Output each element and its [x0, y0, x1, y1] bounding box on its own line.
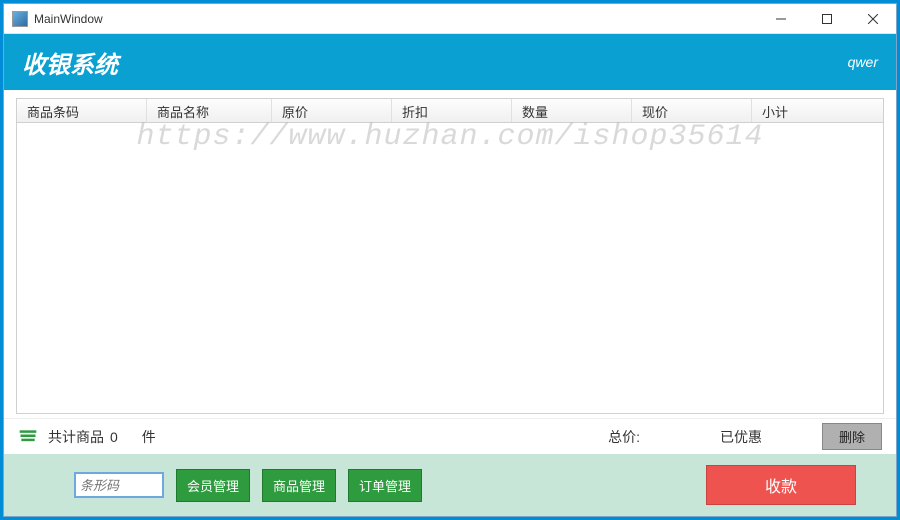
action-bar: 会员管理 商品管理 订单管理 收款 — [4, 454, 896, 516]
product-table: 商品条码 商品名称 原价 折扣 数量 现价 小计 — [16, 98, 884, 414]
col-barcode[interactable]: 商品条码 — [17, 99, 147, 122]
col-name[interactable]: 商品名称 — [147, 99, 272, 122]
cart-icon — [18, 428, 38, 446]
delete-button[interactable]: 删除 — [822, 423, 882, 450]
col-subtotal[interactable]: 小计 — [752, 99, 883, 122]
barcode-input[interactable] — [74, 472, 164, 498]
order-manage-button[interactable]: 订单管理 — [348, 469, 422, 502]
minimize-button[interactable] — [758, 4, 804, 34]
count-label: 共计商品 — [48, 427, 104, 447]
col-qty[interactable]: 数量 — [512, 99, 632, 122]
member-manage-button[interactable]: 会员管理 — [176, 469, 250, 502]
window-title: MainWindow — [34, 12, 758, 26]
summary-bar: 共计商品 0 件 总价: 已优惠 删除 — [4, 418, 896, 454]
col-discount[interactable]: 折扣 — [392, 99, 512, 122]
checkout-button[interactable]: 收款 — [706, 465, 856, 505]
titlebar: MainWindow — [4, 4, 896, 34]
app-header: 收银系统 qwer — [4, 34, 896, 90]
user-label: qwer — [848, 54, 878, 70]
table-header: 商品条码 商品名称 原价 折扣 数量 现价 小计 — [17, 99, 883, 123]
discount-label: 已优惠 — [720, 427, 762, 447]
main-window: MainWindow 收银系统 qwer 商品条码 商品名称 原价 折扣 数量 … — [3, 3, 897, 517]
app-title: 收银系统 — [22, 45, 118, 80]
table-body — [17, 123, 883, 414]
count-value: 0 — [110, 429, 118, 445]
total-label: 总价: — [608, 427, 640, 447]
close-button[interactable] — [850, 4, 896, 34]
col-price[interactable]: 原价 — [272, 99, 392, 122]
col-current[interactable]: 现价 — [632, 99, 752, 122]
count-unit: 件 — [142, 427, 156, 447]
product-manage-button[interactable]: 商品管理 — [262, 469, 336, 502]
app-icon — [12, 11, 28, 27]
maximize-button[interactable] — [804, 4, 850, 34]
